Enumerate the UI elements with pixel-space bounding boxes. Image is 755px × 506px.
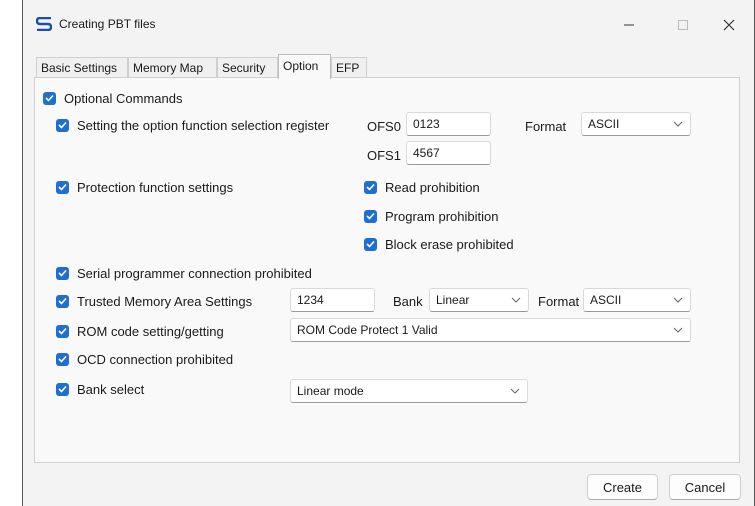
ofs-register-checkbox[interactable]: Setting the option function selection re… [56, 116, 329, 134]
dialog-window: Creating PBT files Basic Settings Memory… [22, 0, 755, 506]
checkbox-checked-icon [364, 180, 377, 194]
checkbox-checked-icon [364, 237, 377, 251]
ocd-connection-checkbox[interactable]: OCD connection prohibited [56, 350, 233, 368]
minimize-icon [624, 24, 634, 26]
option-panel: Optional Commands Setting the option fun… [34, 77, 740, 463]
bank-mode-select[interactable]: Linear mode [290, 379, 528, 403]
checkbox-checked-icon [56, 382, 69, 396]
maximize-icon [678, 20, 688, 30]
checkbox-checked-icon [56, 352, 69, 366]
checkbox-checked-icon [56, 180, 69, 194]
bank-select-checkbox[interactable]: Bank select [56, 380, 144, 398]
cancel-button[interactable]: Cancel [669, 474, 741, 500]
trusted-format-select[interactable]: ASCII [583, 288, 691, 312]
tab-efp[interactable]: EFP [331, 57, 367, 78]
tab-security[interactable]: Security [217, 57, 278, 78]
rom-code-checkbox[interactable]: ROM code setting/getting [56, 322, 224, 340]
window-title: Creating PBT files [59, 17, 156, 31]
title-bar: Creating PBT files [23, 0, 754, 48]
bank-select[interactable]: Linear [429, 288, 529, 312]
chevron-down-icon [511, 297, 521, 303]
checkbox-checked-icon [43, 91, 56, 105]
ofs0-label: OFS0 [367, 119, 401, 134]
program-prohibition-checkbox[interactable]: Program prohibition [364, 207, 498, 225]
tab-basic-settings[interactable]: Basic Settings [36, 57, 128, 78]
block-erase-checkbox[interactable]: Block erase prohibited [364, 235, 514, 253]
rom-code-select[interactable]: ROM Code Protect 1 Valid [290, 318, 691, 342]
ofs-format-select[interactable]: ASCII [581, 112, 691, 136]
trusted-memory-checkbox[interactable]: Trusted Memory Area Settings [56, 292, 252, 310]
bank-label: Bank [393, 294, 423, 309]
chevron-down-icon [510, 388, 520, 394]
minimize-button[interactable] [606, 10, 652, 40]
optional-commands-checkbox[interactable]: Optional Commands [43, 89, 183, 107]
checkbox-checked-icon [56, 118, 69, 132]
protection-settings-checkbox[interactable]: Protection function settings [56, 178, 233, 196]
app-logo-icon [36, 17, 52, 31]
checkbox-checked-icon [56, 324, 69, 338]
create-button[interactable]: Create [587, 474, 658, 500]
trusted-format-label: Format [538, 294, 580, 309]
tab-option[interactable]: Option [278, 54, 331, 79]
checkbox-checked-icon [56, 294, 69, 308]
chevron-down-icon [673, 297, 683, 303]
checkbox-checked-icon [56, 266, 69, 280]
ofs1-input[interactable]: 4567 [406, 141, 491, 165]
close-button[interactable] [706, 10, 752, 40]
maximize-button[interactable] [660, 10, 706, 40]
trusted-memory-input[interactable]: 1234 [290, 288, 375, 312]
tab-memory-map[interactable]: Memory Map [128, 57, 217, 78]
chevron-down-icon [673, 121, 683, 127]
close-icon [723, 19, 735, 31]
ofs1-label: OFS1 [367, 148, 401, 163]
ofs-format-label: Format [525, 119, 567, 134]
read-prohibition-checkbox[interactable]: Read prohibition [364, 178, 480, 196]
serial-programmer-checkbox[interactable]: Serial programmer connection prohibited [56, 264, 312, 282]
checkbox-checked-icon [364, 209, 377, 223]
chevron-down-icon [673, 327, 683, 333]
ofs0-input[interactable]: 0123 [406, 112, 491, 136]
